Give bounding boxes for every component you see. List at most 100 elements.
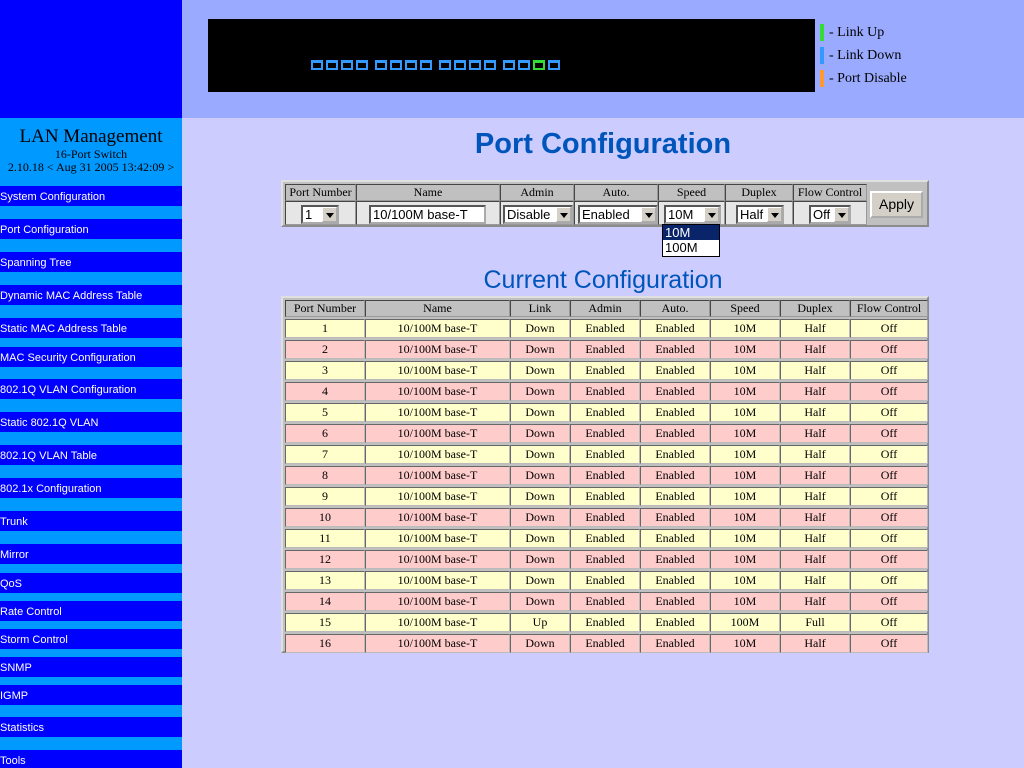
chevron-down-icon[interactable]: [322, 207, 337, 222]
table-cell: Enabled: [640, 466, 710, 485]
table-cell: Half: [780, 592, 850, 611]
table-cell: Enabled: [570, 508, 640, 527]
sidebar-item-rate-control[interactable]: Rate Control: [0, 601, 182, 621]
port-name-input[interactable]: 10/100M base-T: [369, 205, 486, 224]
port-7-icon[interactable]: [404, 59, 418, 71]
table-header-name: Name: [365, 300, 510, 317]
sidebar-item-802-1q-vlan-table[interactable]: 802.1Q VLAN Table: [0, 445, 182, 465]
chevron-down-icon[interactable]: [767, 207, 782, 222]
table-cell: 11: [285, 529, 365, 548]
table-cell: 10/100M base-T: [365, 445, 510, 464]
port-11-icon[interactable]: [468, 59, 482, 71]
speed-option-100m[interactable]: 100M: [663, 240, 719, 255]
table-cell: Down: [510, 319, 570, 338]
port-3-icon[interactable]: [340, 59, 354, 71]
port-13-icon[interactable]: [502, 59, 516, 71]
table-header-link: Link: [510, 300, 570, 317]
chevron-down-icon[interactable]: [556, 207, 571, 222]
port-number-select[interactable]: 1: [301, 205, 339, 224]
table-cell: Off: [850, 550, 928, 569]
table-cell: Down: [510, 529, 570, 548]
table-cell: 8: [285, 466, 365, 485]
sidebar-item-static-802-1q-vlan[interactable]: Static 802.1Q VLAN: [0, 412, 182, 432]
port-15-icon[interactable]: [532, 59, 546, 71]
table-header-admin: Admin: [570, 300, 640, 317]
sidebar-divider: [0, 465, 182, 478]
name-cell: Name 10/100M base-T: [356, 184, 500, 225]
table-cell: Off: [850, 634, 928, 653]
port-number-value: 1: [305, 207, 313, 222]
sidebar-item-label: Storm Control: [0, 634, 68, 646]
sidebar-item-storm-control[interactable]: Storm Control: [0, 629, 182, 649]
sidebar-item-label: SNMP: [0, 662, 32, 674]
sidebar-item-system-configuration[interactable]: System Configuration: [0, 186, 182, 206]
port-5-icon[interactable]: [374, 59, 388, 71]
port-2-icon[interactable]: [325, 59, 339, 71]
port-14-icon[interactable]: [517, 59, 531, 71]
table-cell: 10/100M base-T: [365, 340, 510, 359]
table-cell: 10/100M base-T: [365, 424, 510, 443]
sidebar-item-static-mac-address-table[interactable]: Static MAC Address Table: [0, 318, 182, 338]
table-cell: Off: [850, 529, 928, 548]
chevron-down-icon[interactable]: [834, 207, 849, 222]
firmware-version: 2.10.18 < Aug 31 2005 13:42:09 >: [7, 160, 175, 174]
sidebar-item-label: 802.1x Configuration: [0, 483, 102, 495]
table-cell: Enabled: [570, 382, 640, 401]
port-9-icon[interactable]: [438, 59, 452, 71]
sidebar-item-802-1x-configuration[interactable]: 802.1x Configuration: [0, 478, 182, 498]
sidebar-item-label: Rate Control: [0, 606, 62, 618]
apply-button[interactable]: Apply: [870, 191, 923, 218]
sidebar-item-dynamic-mac-address-table[interactable]: Dynamic MAC Address Table: [0, 285, 182, 305]
table-cell: Down: [510, 424, 570, 443]
speed-cell: Speed 10M: [658, 184, 725, 225]
table-cell: Enabled: [570, 445, 640, 464]
port-4-icon[interactable]: [355, 59, 369, 71]
speed-dropdown-list[interactable]: 10M 100M: [662, 224, 720, 257]
port-8-icon[interactable]: [419, 59, 433, 71]
table-cell: Down: [510, 403, 570, 422]
sidebar-divider: [0, 531, 182, 544]
sidebar-item-spanning-tree[interactable]: Spanning Tree: [0, 252, 182, 272]
admin-cell: Admin Disable: [500, 184, 574, 225]
duplex-select[interactable]: Half: [736, 205, 784, 224]
switch-port-panel: [208, 19, 815, 92]
sidebar-item-port-configuration[interactable]: Port Configuration: [0, 219, 182, 239]
sidebar-item-mirror[interactable]: Mirror: [0, 544, 182, 564]
table-cell: Enabled: [570, 550, 640, 569]
port-1-icon[interactable]: [310, 59, 324, 71]
table-cell: Enabled: [640, 445, 710, 464]
port-16-icon[interactable]: [547, 59, 561, 71]
sidebar-item-tools[interactable]: Tools: [0, 750, 182, 768]
sidebar-item-igmp[interactable]: IGMP: [0, 685, 182, 705]
table-cell: 10M: [710, 466, 780, 485]
port-12-icon[interactable]: [483, 59, 497, 71]
table-cell: Down: [510, 508, 570, 527]
sidebar-item-802-1q-vlan-configuration[interactable]: 802.1Q VLAN Configuration: [0, 379, 182, 399]
table-cell: Enabled: [570, 319, 640, 338]
auto-select[interactable]: Enabled: [578, 205, 658, 224]
port-10-icon[interactable]: [453, 59, 467, 71]
sidebar-divider: [0, 272, 182, 285]
sidebar-item-statistics[interactable]: Statistics: [0, 717, 182, 737]
sidebar-item-snmp[interactable]: SNMP: [0, 657, 182, 677]
flow-control-select[interactable]: Off: [809, 205, 851, 224]
chevron-down-icon[interactable]: [704, 207, 719, 222]
duplex-cell: Duplex Half: [725, 184, 793, 225]
port-6-icon[interactable]: [389, 59, 403, 71]
table-cell: Enabled: [640, 424, 710, 443]
sidebar-item-mac-security-configuration[interactable]: MAC Security Configuration: [0, 347, 182, 367]
table-cell: Off: [850, 571, 928, 590]
table-cell: 10/100M base-T: [365, 529, 510, 548]
sidebar-item-qos[interactable]: QoS: [0, 573, 182, 593]
sidebar-item-trunk[interactable]: Trunk: [0, 511, 182, 531]
table-cell: Enabled: [570, 592, 640, 611]
speed-select[interactable]: 10M: [664, 205, 721, 224]
table-cell: 14: [285, 592, 365, 611]
admin-select[interactable]: Disable: [503, 205, 573, 224]
table-cell: 10M: [710, 424, 780, 443]
table-cell: 10M: [710, 592, 780, 611]
chevron-down-icon[interactable]: [641, 207, 656, 222]
speed-option-10m[interactable]: 10M: [663, 225, 719, 240]
table-cell: Half: [780, 466, 850, 485]
table-cell: Enabled: [570, 634, 640, 653]
